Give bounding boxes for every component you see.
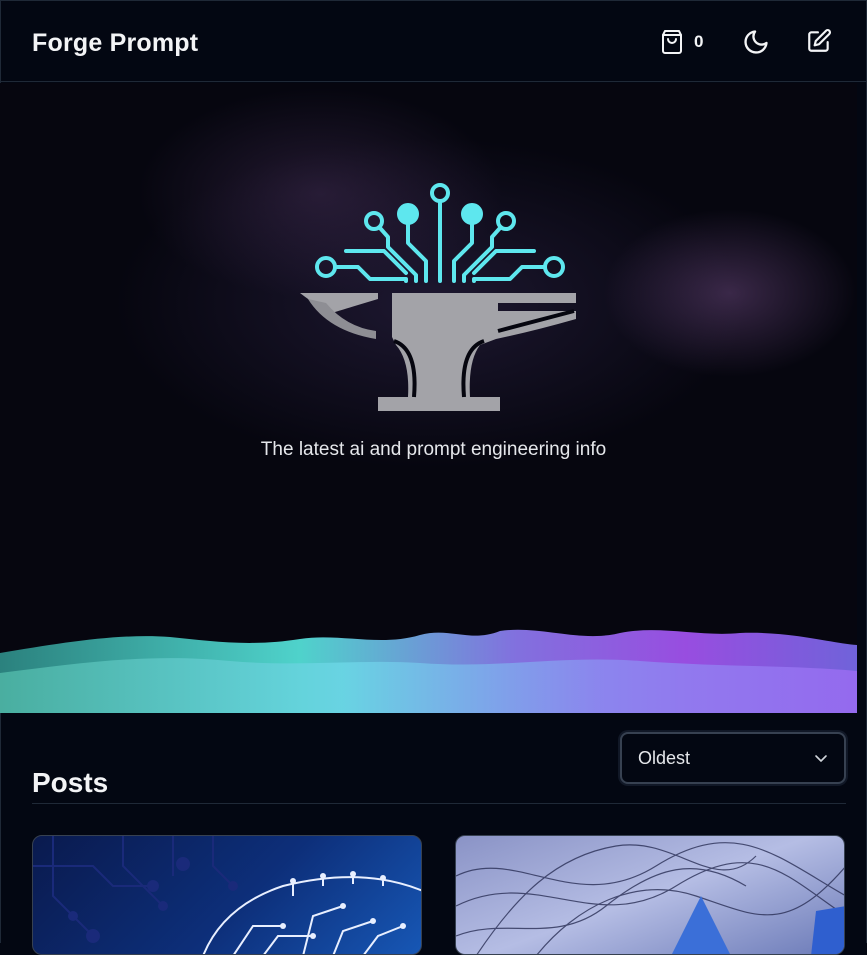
anvil-circuit-logo bbox=[300, 183, 576, 411]
chevron-down-icon bbox=[815, 755, 827, 762]
write-post-button[interactable] bbox=[806, 28, 834, 56]
post-card[interactable] bbox=[32, 835, 422, 955]
sort-select[interactable]: Oldest bbox=[620, 732, 846, 784]
shopping-bag-icon bbox=[662, 30, 682, 54]
posts-heading: Posts bbox=[32, 767, 109, 799]
gradient-waves bbox=[0, 629, 857, 713]
moon-icon bbox=[744, 30, 768, 54]
theme-toggle-button[interactable] bbox=[742, 28, 770, 56]
hero-banner: The latest ai and prompt engineering inf… bbox=[0, 83, 857, 713]
hero-tagline: The latest ai and prompt engineering inf… bbox=[260, 439, 607, 460]
cart-button[interactable]: 0 bbox=[660, 29, 703, 55]
top-navbar: Forge Prompt 0 bbox=[0, 0, 867, 82]
posts-divider bbox=[32, 803, 846, 804]
abstract-lines-image bbox=[456, 842, 844, 954]
post-card[interactable] bbox=[455, 835, 845, 955]
sort-selected-value: Oldest bbox=[638, 747, 691, 768]
cart-count: 0 bbox=[694, 32, 704, 51]
brand-title[interactable]: Forge Prompt bbox=[32, 29, 198, 58]
circuit-brain-image bbox=[33, 836, 421, 954]
edit-icon bbox=[808, 29, 831, 52]
